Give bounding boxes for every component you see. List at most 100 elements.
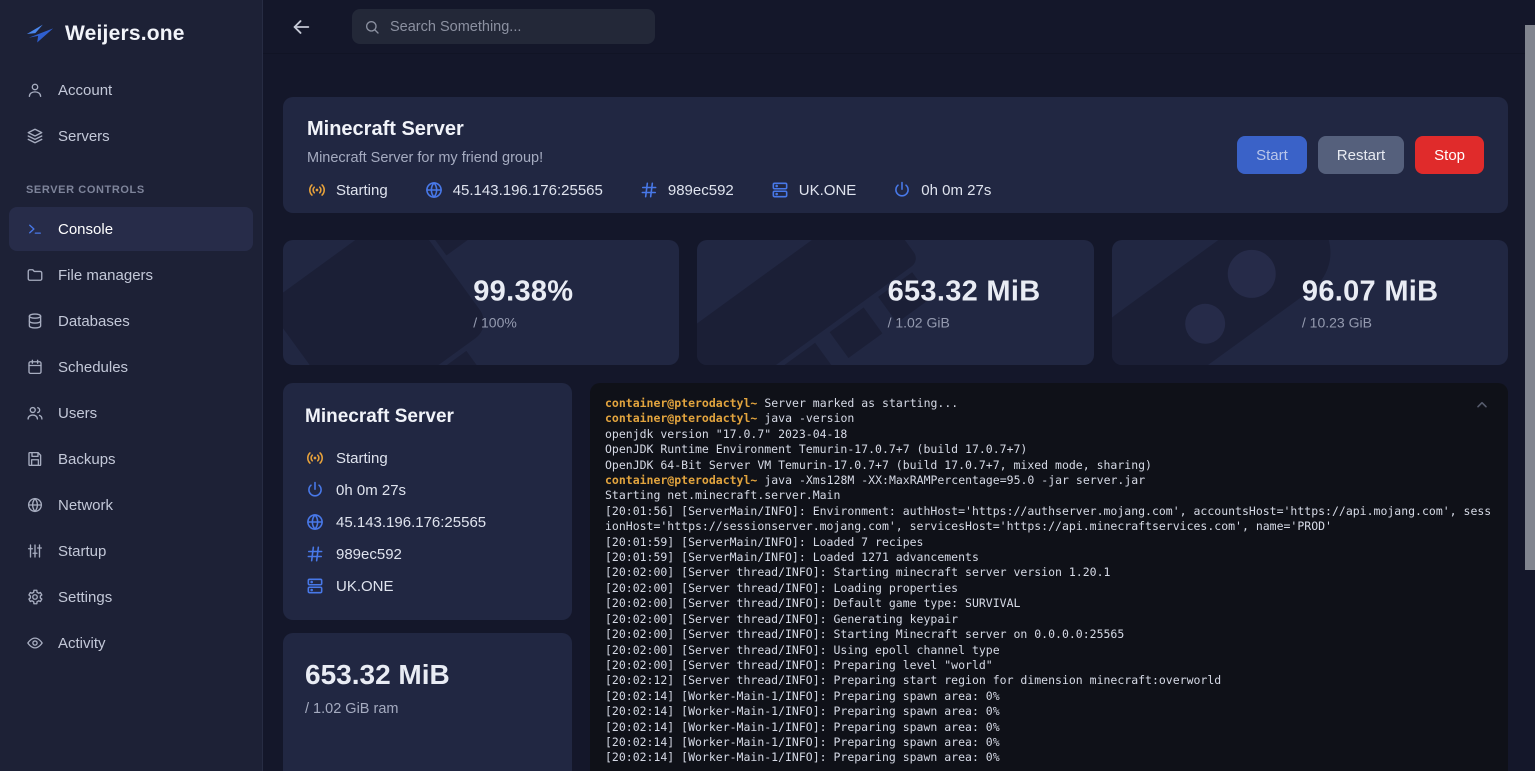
sidebar-item-users[interactable]: Users — [9, 391, 253, 435]
console-line: [20:02:00] [Server thread/INFO]: Prepari… — [605, 658, 1493, 673]
console-line: container@pterodactyl~java -Xms128M -XX:… — [605, 473, 1493, 488]
server-meta-row: Starting 45.143.196.176:25565 989ec592 U… — [307, 180, 1484, 200]
stop-button[interactable]: Stop — [1415, 136, 1484, 174]
sidebar-item-label: Settings — [58, 589, 112, 606]
console-line: [20:02:14] [Worker-Main-1/INFO]: Prepari… — [605, 689, 1493, 704]
main-content: Minecraft Server Minecraft Server for my… — [263, 54, 1535, 771]
info-uptime-text: 0h 0m 27s — [336, 482, 406, 499]
info-row-address: 45.143.196.176:25565 — [305, 506, 550, 538]
console-line: [20:02:00] [Server thread/INFO]: Loading… — [605, 581, 1493, 596]
start-button[interactable]: Start — [1237, 136, 1307, 174]
console-line: container@pterodactyl~java -version — [605, 411, 1493, 426]
sidebar-item-label: Backups — [58, 451, 116, 468]
server-node: UK.ONE — [770, 180, 857, 200]
sidebar-item-label: Users — [58, 405, 97, 422]
info-row-node: UK.ONE — [305, 570, 550, 602]
info-node-text: UK.ONE — [336, 578, 394, 595]
console-line: [20:01:56] [ServerMain/INFO]: Environmen… — [605, 504, 1493, 535]
sidebar-item-file-managers[interactable]: File managers — [9, 253, 253, 297]
server-status: Starting — [307, 180, 388, 200]
topbar — [263, 0, 1535, 54]
cpu-stat-card: 99.38% / 100% — [283, 240, 679, 365]
backup-icon — [26, 450, 44, 468]
console-line: OpenJDK Runtime Environment Temurin-17.0… — [605, 442, 1493, 457]
info-row-id: 989ec592 — [305, 538, 550, 570]
sidebar-item-settings[interactable]: Settings — [9, 575, 253, 619]
sidebar-item-network[interactable]: Network — [9, 483, 253, 527]
info-status-text: Starting — [336, 450, 388, 467]
console-line: OpenJDK 64-Bit Server VM Temurin-17.0.7+… — [605, 458, 1493, 473]
back-button[interactable] — [290, 14, 316, 40]
page-scrollbar[interactable] — [1525, 0, 1535, 771]
sidebar-item-label: Databases — [58, 313, 130, 330]
scrollbar-thumb[interactable] — [1525, 25, 1535, 570]
sidebar-item-startup[interactable]: Startup — [9, 529, 253, 573]
broadcast-icon — [305, 448, 325, 468]
console-line: [20:02:00] [Server thread/INFO]: Generat… — [605, 612, 1493, 627]
back-arrow-icon — [290, 16, 312, 38]
sliders-icon — [26, 542, 44, 560]
node-text: UK.ONE — [799, 182, 857, 199]
console-line: [20:01:59] [ServerMain/INFO]: Loaded 127… — [605, 550, 1493, 565]
address-text: 45.143.196.176:25565 — [453, 182, 603, 199]
sidebar-item-label: Activity — [58, 635, 106, 652]
globe-icon — [424, 180, 444, 200]
sidebar-section-label: SERVER CONTROLS — [9, 160, 253, 205]
globe-icon — [305, 512, 325, 532]
chevron-up-icon[interactable] — [1474, 397, 1490, 413]
stat-text: 653.32 MiB / 1.02 GiB — [888, 275, 1041, 330]
stat-text: 99.38% / 100% — [473, 275, 573, 330]
sidebar-item-activity[interactable]: Activity — [9, 621, 253, 665]
lower-section: Minecraft Server Starting 0h 0m 27s — [283, 383, 1508, 771]
sidebar-item-label: Schedules — [58, 359, 128, 376]
cpu-total: / 100% — [473, 314, 573, 330]
server-icon — [770, 180, 790, 200]
server-address: 45.143.196.176:25565 — [424, 180, 603, 200]
sidebar-item-databases[interactable]: Databases — [9, 299, 253, 343]
sidebar-item-console[interactable]: Console — [9, 207, 253, 251]
hash-icon — [639, 180, 659, 200]
console-line: container@pterodactyl~Server marked as s… — [605, 396, 1493, 411]
sidebar-item-backups[interactable]: Backups — [9, 437, 253, 481]
sidebar-item-label: Account — [58, 82, 112, 99]
memory-value: 653.32 MiB — [888, 275, 1041, 308]
terminal-icon — [26, 220, 44, 238]
status-text: Starting — [336, 182, 388, 199]
cpu-value: 99.38% — [473, 275, 573, 308]
sidebar-item-label: Startup — [58, 543, 106, 560]
search-icon — [364, 19, 380, 35]
globe-icon — [26, 496, 44, 514]
server-icon — [305, 576, 325, 596]
sidebar-item-schedules[interactable]: Schedules — [9, 345, 253, 389]
search-input[interactable] — [390, 19, 643, 35]
sidebar: Weijers.one Account Servers SERVER CONTR… — [0, 0, 263, 771]
server-id: 989ec592 — [639, 180, 734, 200]
ram-usage-card: 653.32 MiB / 1.02 GiB ram — [283, 633, 572, 771]
ram-total: / 1.02 GiB ram — [305, 701, 550, 717]
console-line: openjdk version "17.0.7" 2023-04-18 — [605, 427, 1493, 442]
uptime-text: 0h 0m 27s — [921, 182, 991, 199]
folder-icon — [26, 266, 44, 284]
disk-stat-card: 96.07 MiB / 10.23 GiB — [1112, 240, 1508, 365]
sidebar-item-servers[interactable]: Servers — [9, 114, 253, 158]
console-line: [20:02:14] [Worker-Main-1/INFO]: Prepari… — [605, 720, 1493, 735]
console-output[interactable]: container@pterodactyl~Server marked as s… — [590, 383, 1508, 771]
sidebar-item-label: Servers — [58, 128, 110, 145]
sidebar-item-label: Network — [58, 497, 113, 514]
power-buttons: Start Restart Stop — [1237, 136, 1484, 174]
eye-icon — [26, 634, 44, 652]
restart-button[interactable]: Restart — [1318, 136, 1404, 174]
brand-logo[interactable]: Weijers.one — [9, 0, 253, 66]
info-row-status: Starting — [305, 442, 550, 474]
calendar-icon — [26, 358, 44, 376]
console-line: [20:02:12] [Server thread/INFO]: Prepari… — [605, 673, 1493, 688]
console-line: [20:01:59] [ServerMain/INFO]: Loaded 7 r… — [605, 535, 1493, 550]
stat-text: 96.07 MiB / 10.23 GiB — [1302, 275, 1439, 330]
search-bar[interactable] — [352, 9, 655, 44]
server-header-card: Minecraft Server Minecraft Server for my… — [283, 97, 1508, 213]
sidebar-item-label: Console — [58, 221, 113, 238]
sidebar-item-account[interactable]: Account — [9, 68, 253, 112]
database-icon — [26, 312, 44, 330]
console-line: [20:02:00] [Server thread/INFO]: Startin… — [605, 627, 1493, 642]
server-id-text: 989ec592 — [668, 182, 734, 199]
